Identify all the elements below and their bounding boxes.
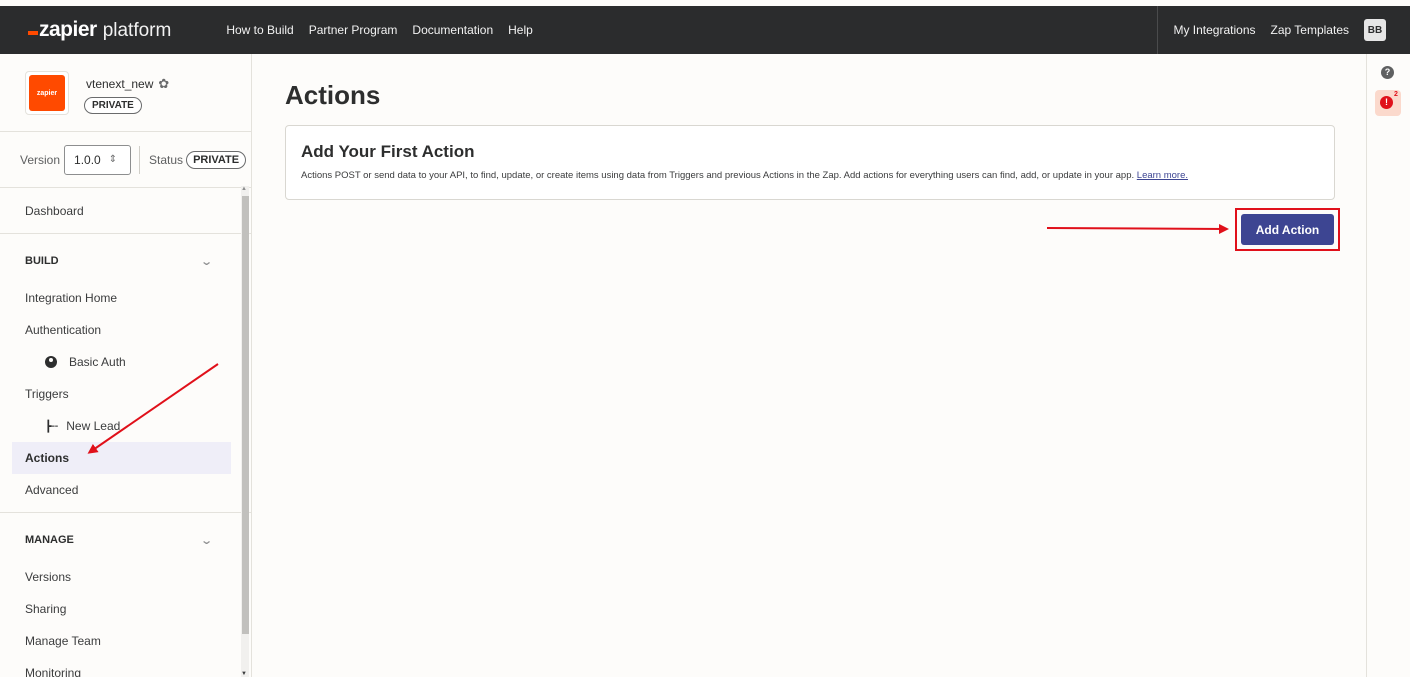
status-label: Status (149, 152, 184, 167)
version-divider (139, 145, 141, 174)
version-select[interactable]: 1.0.0 ⇕ (64, 144, 132, 175)
sidebar-item-sharing[interactable]: Sharing (0, 593, 251, 625)
main-content: Actions Add Your First Action Actions PO… (253, 54, 1366, 677)
nav-help[interactable]: Help (508, 23, 533, 37)
nav-partner-program[interactable]: Partner Program (309, 23, 398, 37)
app-logo: zapier (25, 71, 69, 115)
alert-count: 2 (1394, 91, 1398, 98)
card-text: Actions POST or send data to your API, t… (301, 170, 1135, 181)
nav-my-integrations[interactable]: My Integrations (1173, 23, 1255, 37)
version-row: Version 1.0.0 ⇕ Status PRIVATE (0, 132, 251, 188)
gear-icon[interactable]: ✿ (158, 76, 169, 92)
sidebar-item-label: Sharing (25, 602, 67, 616)
sidebar-item-label: Versions (25, 570, 72, 584)
empty-state-card: Add Your First Action Actions POST or se… (285, 125, 1335, 200)
section-heading: BUILD (25, 255, 59, 267)
sidebar-item-integration-home[interactable]: Integration Home (0, 282, 251, 314)
sidebar-section-manage[interactable]: MANAGE ⌄ (0, 519, 251, 561)
add-action-button[interactable]: Add Action (1241, 214, 1334, 245)
sidebar-item-label: Advanced (25, 483, 79, 497)
sidebar-item-label: Integration Home (25, 291, 118, 305)
sidebar-item-monitoring[interactable]: Monitoring (0, 657, 251, 677)
top-right-links: My Integrations Zap Templates BB (1157, 6, 1410, 54)
sidebar-nav: Dashboard BUILD ⌄ Integration Home Authe… (0, 195, 251, 677)
section-heading: MANAGE (25, 534, 74, 546)
card-description: Actions POST or send data to your API, t… (301, 170, 1319, 181)
logo-word: zapier (39, 18, 97, 41)
sidebar-item-label: Dashboard (25, 204, 84, 218)
version-label: Version (20, 152, 61, 167)
page-title: Actions (285, 80, 381, 110)
sidebar-item-label: Authentication (25, 323, 102, 337)
alert-icon: ! (1380, 96, 1393, 109)
version-value: 1.0.0 (74, 152, 101, 167)
add-action-highlight: Add Action (1235, 208, 1340, 251)
sidebar-divider (0, 233, 251, 234)
status-badge: PRIVATE (186, 150, 247, 169)
top-nav-links: How to Build Partner Program Documentati… (226, 23, 547, 37)
app-logo-text: zapier (29, 75, 65, 111)
nav-documentation[interactable]: Documentation (412, 23, 493, 37)
card-title: Add Your First Action (301, 142, 475, 161)
chevron-down-icon: ⌄ (199, 255, 213, 268)
sidebar-item-advanced[interactable]: Advanced (0, 474, 251, 506)
sidebar-item-label: New Lead (66, 419, 121, 433)
trigger-branch-icon: ┣╌ (45, 420, 59, 433)
nav-zap-templates[interactable]: Zap Templates (1271, 23, 1350, 37)
sidebar-divider (0, 512, 251, 513)
chevron-down-icon: ⌄ (199, 534, 213, 547)
sidebar-item-versions[interactable]: Versions (0, 561, 251, 593)
sidebar-item-authentication[interactable]: Authentication (0, 314, 251, 346)
user-circle-icon (45, 356, 57, 368)
app-name: vtenext_new ✿ (86, 76, 169, 92)
logo-suffix: platform (102, 20, 172, 41)
scrollbar-thumb[interactable] (242, 196, 249, 634)
sidebar-item-label: Manage Team (25, 634, 101, 648)
scroll-down-icon[interactable]: ▼ (241, 671, 247, 677)
app-header: zapier vtenext_new ✿ PRIVATE (0, 54, 251, 132)
user-avatar[interactable]: BB (1364, 19, 1386, 41)
sidebar-item-actions[interactable]: Actions (12, 442, 231, 474)
select-updown-icon: ⇕ (108, 154, 118, 165)
sidebar-scrollbar[interactable]: ▲ ▼ (241, 186, 249, 677)
help-icon[interactable]: ? (1381, 66, 1394, 79)
sidebar-item-triggers[interactable]: Triggers (0, 378, 251, 410)
logo-underscore-mark (28, 31, 38, 35)
sidebar-item-label: Basic Auth (69, 355, 126, 369)
sidebar-item-label: Triggers (25, 387, 69, 401)
sidebar-item-dashboard[interactable]: Dashboard (0, 195, 251, 227)
zapier-platform-logo[interactable]: zapier platform (28, 18, 171, 42)
sidebar-item-basic-auth[interactable]: Basic Auth (0, 346, 251, 378)
learn-more-link[interactable]: Learn more. (1137, 170, 1188, 181)
sidebar-item-new-lead[interactable]: ┣╌ New Lead (0, 410, 251, 442)
app-visibility-badge: PRIVATE (84, 97, 142, 114)
sidebar-section-build[interactable]: BUILD ⌄ (0, 240, 251, 282)
scroll-up-icon[interactable]: ▲ (241, 186, 247, 192)
top-navigation-bar: zapier platform How to Build Partner Pro… (0, 6, 1410, 54)
app-name-text: vtenext_new (86, 77, 154, 91)
sidebar: zapier vtenext_new ✿ PRIVATE Version 1.0… (0, 54, 252, 677)
sidebar-item-label: Actions (25, 451, 70, 465)
right-rail: ? ! 2 (1366, 54, 1410, 677)
nav-how-to-build[interactable]: How to Build (226, 23, 293, 37)
alerts-button[interactable]: ! 2 (1375, 90, 1401, 116)
sidebar-item-label: Monitoring (25, 666, 82, 677)
sidebar-item-manage-team[interactable]: Manage Team (0, 625, 251, 657)
